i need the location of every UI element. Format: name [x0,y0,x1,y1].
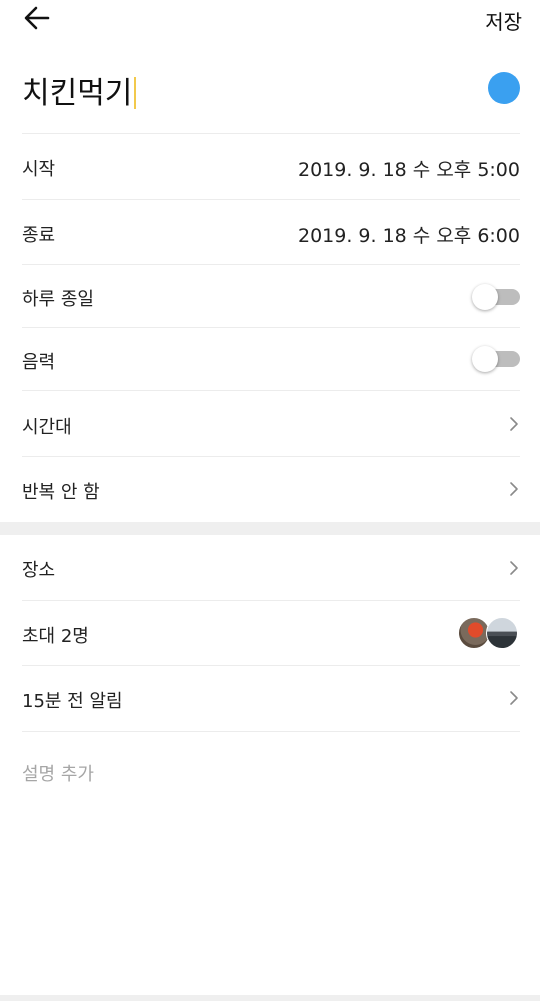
bottom-edge [0,995,540,1001]
description-input[interactable]: 설명 추가 [22,760,94,786]
start-datetime[interactable]: 2019. 9. 18 수 오후 5:00 [298,155,520,182]
divider [22,731,520,732]
timezone-label: 시간대 [22,417,72,438]
event-title-input[interactable]: 치킨먹기 [22,68,137,112]
all-day-label: 하루 종일 [22,289,94,310]
title-row: 치킨먹기 [22,66,520,112]
timezone-row[interactable]: 시간대 [22,391,520,456]
invitee-avatars[interactable] [458,617,520,651]
text-caret [134,77,137,109]
lunar-toggle[interactable] [472,345,520,373]
toggle-knob [472,284,498,310]
alarm-label: 15분 전 알림 [22,691,123,712]
event-color-picker[interactable] [488,72,520,104]
toggle-knob [472,346,498,372]
avatar [486,617,518,649]
lunar-label: 음력 [22,352,56,373]
end-datetime[interactable]: 2019. 9. 18 수 오후 6:00 [298,221,520,248]
start-row[interactable]: 시작 2019. 9. 18 수 오후 5:00 [22,134,520,199]
invite-row[interactable]: 초대 2명 [22,601,520,665]
end-row[interactable]: 종료 2019. 9. 18 수 오후 6:00 [22,200,520,264]
location-row[interactable]: 장소 [22,535,520,600]
start-label: 시작 [22,159,56,180]
repeat-label: 반복 안 함 [22,482,100,503]
location-label: 장소 [22,560,56,581]
all-day-toggle[interactable] [472,283,520,311]
section-separator [0,522,540,535]
lunar-row: 음력 [22,328,520,390]
chevron-right-icon [510,482,518,496]
chevron-right-icon [510,561,518,575]
chevron-right-icon [510,691,518,705]
repeat-row[interactable]: 반복 안 함 [22,457,520,522]
top-bar: 저장 [0,0,540,40]
chevron-right-icon [510,417,518,431]
all-day-row: 하루 종일 [22,265,520,327]
end-label: 종료 [22,225,56,246]
alarm-row[interactable]: 15분 전 알림 [22,666,520,731]
invite-label: 초대 2명 [22,626,89,647]
event-title-text: 치킨먹기 [22,76,133,111]
arrow-left-icon[interactable] [22,4,52,32]
save-button[interactable]: 저장 [485,6,522,35]
